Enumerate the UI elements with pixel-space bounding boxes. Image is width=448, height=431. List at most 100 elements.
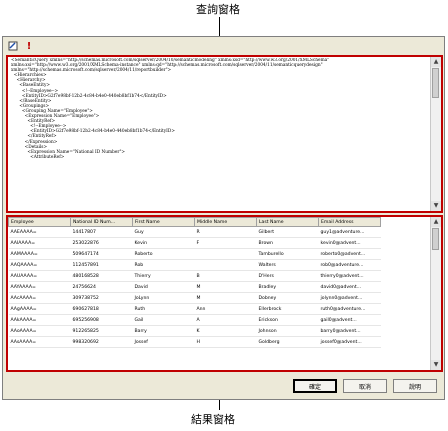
- table-cell: D'Hers: [256, 270, 319, 282]
- table-cell: Thierry: [132, 270, 195, 282]
- table-cell: Jossef: [132, 336, 195, 348]
- table-cell: guy1@adventure...: [318, 226, 381, 238]
- table-cell: 253022876: [70, 237, 133, 249]
- column-header[interactable]: National ID Num...: [70, 217, 133, 227]
- table-cell: Rob: [132, 259, 195, 271]
- table-cell: B: [194, 270, 257, 282]
- query-pane[interactable]: <SemanticQuery xmlns="http://schemas.mic…: [6, 55, 443, 213]
- column-header[interactable]: First Name: [132, 217, 195, 227]
- scroll-down-icon[interactable]: ▼: [431, 201, 441, 211]
- table-cell: david0@advent...: [318, 281, 381, 293]
- table-row[interactable]: AAIAAAA= 253022876 Kevin F Brown kevin0@adven…: [8, 237, 381, 249]
- table-cell: Ann: [194, 303, 257, 315]
- table-cell: Guy: [132, 226, 195, 238]
- table-cell: Gail: [132, 314, 195, 326]
- table-cell: H: [194, 336, 257, 348]
- results-pane: Employee National ID Num... First Name Midd…: [6, 215, 443, 372]
- table-cell: AAIAAAA=: [8, 237, 71, 249]
- table-cell: Goldberg: [256, 336, 319, 348]
- table-cell: AAEAAAA=: [8, 226, 71, 238]
- scroll-down-icon[interactable]: ▼: [431, 360, 441, 370]
- table-cell: Johnson: [256, 325, 319, 337]
- query-pane-callout: 查詢窗格: [196, 3, 240, 16]
- table-cell: M: [194, 292, 257, 304]
- table-cell: AAUAAAA=: [8, 270, 71, 282]
- table-cell: AAgAAAA=: [8, 303, 71, 315]
- table-cell: AAMAAAA=: [8, 248, 71, 260]
- scroll-thumb[interactable]: [432, 68, 439, 98]
- table-cell: F: [194, 237, 257, 249]
- column-header[interactable]: Middle Name: [194, 217, 257, 227]
- table-cell: K: [194, 325, 257, 337]
- table-cell: David: [132, 281, 195, 293]
- table-cell: ruth0@adventure...: [318, 303, 381, 315]
- table-cell: Gilbert: [256, 226, 319, 238]
- table-cell: 24756624: [70, 281, 133, 293]
- table-cell: M: [194, 281, 257, 293]
- table-cell: Dobney: [256, 292, 319, 304]
- table-row[interactable]: AAYAAAA= 24756624 David M Bradley david0@adve…: [8, 281, 381, 293]
- table-cell: AAkAAAA=: [8, 314, 71, 326]
- table-cell: Walters: [256, 259, 319, 271]
- scroll-up-icon[interactable]: ▲: [431, 57, 441, 67]
- table-cell: 309738752: [70, 292, 133, 304]
- design-mode-icon[interactable]: [7, 40, 19, 52]
- table-cell: AAoAAAA=: [8, 325, 71, 337]
- table-cell: Ruth: [132, 303, 195, 315]
- cancel-button[interactable]: 取消: [343, 379, 387, 393]
- query-line: <AttributeRef>: [11, 154, 65, 160]
- table-cell: Erickson: [256, 314, 319, 326]
- results-pane-scrollbar[interactable]: ▲ ▼: [430, 217, 441, 370]
- table-cell: Roberto: [132, 248, 195, 260]
- table-row[interactable]: AAsAAAA= 998320692 Jossef H Goldberg jossef0@…: [8, 336, 381, 348]
- table-row[interactable]: AAcAAAA= 309738752 JoLynn M Dobney jolynn0@ad…: [8, 292, 381, 304]
- table-cell: 912265825: [70, 325, 133, 337]
- results-pane-callout: 結果窗格: [191, 413, 235, 426]
- table-cell: kevin0@advent...: [318, 237, 381, 249]
- table-cell: AAQAAAA=: [8, 259, 71, 271]
- table-row[interactable]: AAMAAAA= 509647174 Roberto Tamburello robert…: [8, 248, 381, 260]
- column-header[interactable]: Employee: [8, 217, 71, 227]
- scroll-thumb[interactable]: [432, 228, 439, 250]
- table-cell: jossef0@advent...: [318, 336, 381, 348]
- table-cell: [194, 248, 257, 260]
- scroll-up-icon[interactable]: ▲: [431, 217, 441, 227]
- table-row[interactable]: AAkAAAA= 695256908 Gail A Erickson gail0@adve…: [8, 314, 381, 326]
- table-cell: rob0@adventure...: [318, 259, 381, 271]
- table-cell: thierry0@advent...: [318, 270, 381, 282]
- table-cell: 480168528: [70, 270, 133, 282]
- table-cell: Brown: [256, 237, 319, 249]
- table-cell: A: [194, 314, 257, 326]
- query-pane-callout-line: [219, 17, 220, 38]
- table-row[interactable]: AAgAAAA= 690627818 Ruth Ann Ellerbrock ruth0@…: [8, 303, 381, 315]
- table-cell: Kevin: [132, 237, 195, 249]
- table-cell: AAsAAAA=: [8, 336, 71, 348]
- table-cell: R: [194, 226, 257, 238]
- table-cell: Tamburello: [256, 248, 319, 260]
- table-cell: jolynn0@advent...: [318, 292, 381, 304]
- query-text[interactable]: <SemanticQuery xmlns="http://schemas.mic…: [11, 58, 429, 160]
- table-cell: Bradley: [256, 281, 319, 293]
- table-row[interactable]: AAUAAAA= 480168528 Thierry B D'Hers thierry0@…: [8, 270, 381, 282]
- results-grid: Employee National ID Num... First Name Midd…: [8, 217, 381, 348]
- table-cell: AAcAAAA=: [8, 292, 71, 304]
- table-cell: 998320692: [70, 336, 133, 348]
- table-cell: Barry: [132, 325, 195, 337]
- table-cell: Ellerbrock: [256, 303, 319, 315]
- run-query-icon[interactable]: !: [23, 40, 35, 52]
- table-row[interactable]: AAQAAAA= 112457891 Rob Walters rob0@adventur…: [8, 259, 381, 271]
- query-pane-scrollbar[interactable]: ▲ ▼: [430, 57, 441, 211]
- column-header[interactable]: Last Name: [256, 217, 319, 227]
- ok-button[interactable]: 確定: [293, 379, 337, 393]
- table-cell: AAYAAAA=: [8, 281, 71, 293]
- table-cell: 690627818: [70, 303, 133, 315]
- table-cell: 14417807: [70, 226, 133, 238]
- table-cell: barry0@advent...: [318, 325, 381, 337]
- table-cell: gail0@advent...: [318, 314, 381, 326]
- table-cell: roberto0@advent...: [318, 248, 381, 260]
- help-button[interactable]: 說明: [393, 379, 437, 393]
- table-row[interactable]: AAEAAAA= 14417807 Guy R Gilbert guy1@adventur…: [8, 226, 381, 238]
- table-cell: 695256908: [70, 314, 133, 326]
- table-row[interactable]: AAoAAAA= 912265825 Barry K Johnson barry0@adv…: [8, 325, 381, 337]
- column-header[interactable]: Email Address: [318, 217, 381, 227]
